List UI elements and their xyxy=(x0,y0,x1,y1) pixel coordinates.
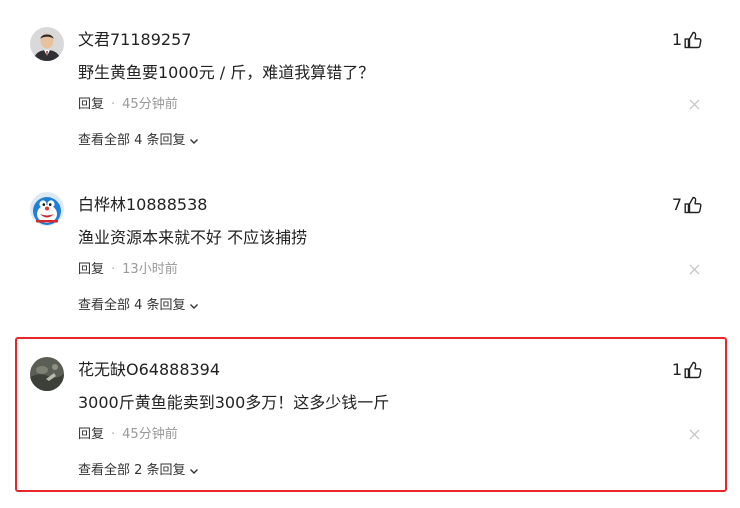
comment-item: 白桦林10888538 7 渔业资源本来就不好 不应该捕捞 回复 · 13小时前… xyxy=(0,165,740,330)
comment-time: 45分钟前 xyxy=(122,97,178,112)
chevron-down-icon xyxy=(189,304,198,309)
man-in-suit-avatar-icon xyxy=(30,27,64,61)
comment-text: 野生黄鱼要1000元 / 斤，难道我算错了？ xyxy=(78,63,375,82)
cartoon-cat-avatar-icon xyxy=(30,192,64,226)
view-all-replies-label: 查看全部 4 条回复 xyxy=(78,133,186,148)
user-avatar[interactable] xyxy=(30,27,64,61)
chevron-down-icon xyxy=(189,139,198,144)
comment-item: 花无缺O64888394 1 3000斤黄鱼能卖到300多万！这多少钱一斤 回复… xyxy=(0,330,740,495)
comment-meta: 回复 · 45分钟前 xyxy=(78,96,178,114)
view-all-replies-button[interactable]: 查看全部 2 条回复 xyxy=(78,462,200,480)
comment-text: 3000斤黄鱼能卖到300多万！这多少钱一斤 xyxy=(78,393,390,412)
comment-username[interactable]: 白桦林10888538 xyxy=(78,195,207,215)
thumbs-up-icon xyxy=(684,196,702,214)
meta-separator: · xyxy=(111,427,116,442)
close-button[interactable] xyxy=(689,264,700,275)
comment-meta: 回复 · 45分钟前 xyxy=(78,426,178,444)
reply-button[interactable]: 回复 xyxy=(78,426,104,444)
comment-meta: 回复 · 13小时前 xyxy=(78,261,178,279)
comment-text: 渔业资源本来就不好 不应该捕捞 xyxy=(78,228,308,247)
like-button[interactable]: 1 xyxy=(672,359,702,381)
like-button[interactable]: 1 xyxy=(672,29,702,51)
comment-time: 13小时前 xyxy=(122,262,178,277)
like-button[interactable]: 7 xyxy=(672,194,702,216)
meta-separator: · xyxy=(111,97,116,112)
comment-username[interactable]: 文君71189257 xyxy=(78,30,191,50)
comment-username[interactable]: 花无缺O64888394 xyxy=(78,360,220,380)
close-button[interactable] xyxy=(689,99,700,110)
user-avatar[interactable] xyxy=(30,192,64,226)
thumbs-up-icon xyxy=(684,31,702,49)
chevron-down-icon xyxy=(189,469,198,474)
user-avatar[interactable] xyxy=(30,357,64,391)
close-icon xyxy=(689,429,700,440)
like-count: 1 xyxy=(671,360,682,379)
thumbs-up-icon xyxy=(684,361,702,379)
view-all-replies-label: 查看全部 2 条回复 xyxy=(78,463,186,478)
like-count: 7 xyxy=(671,195,682,214)
meta-separator: · xyxy=(111,262,116,277)
dark-photo-avatar-icon xyxy=(30,357,64,391)
close-button[interactable] xyxy=(689,429,700,440)
like-count: 1 xyxy=(671,30,682,49)
comment-time: 45分钟前 xyxy=(122,427,178,442)
close-icon xyxy=(689,264,700,275)
reply-button[interactable]: 回复 xyxy=(78,261,104,279)
view-all-replies-label: 查看全部 4 条回复 xyxy=(78,298,186,313)
comment-item: 文君71189257 1 野生黄鱼要1000元 / 斤，难道我算错了？ 回复 ·… xyxy=(0,0,740,165)
reply-button[interactable]: 回复 xyxy=(78,96,104,114)
close-icon xyxy=(689,99,700,110)
view-all-replies-button[interactable]: 查看全部 4 条回复 xyxy=(78,297,200,315)
view-all-replies-button[interactable]: 查看全部 4 条回复 xyxy=(78,132,200,150)
